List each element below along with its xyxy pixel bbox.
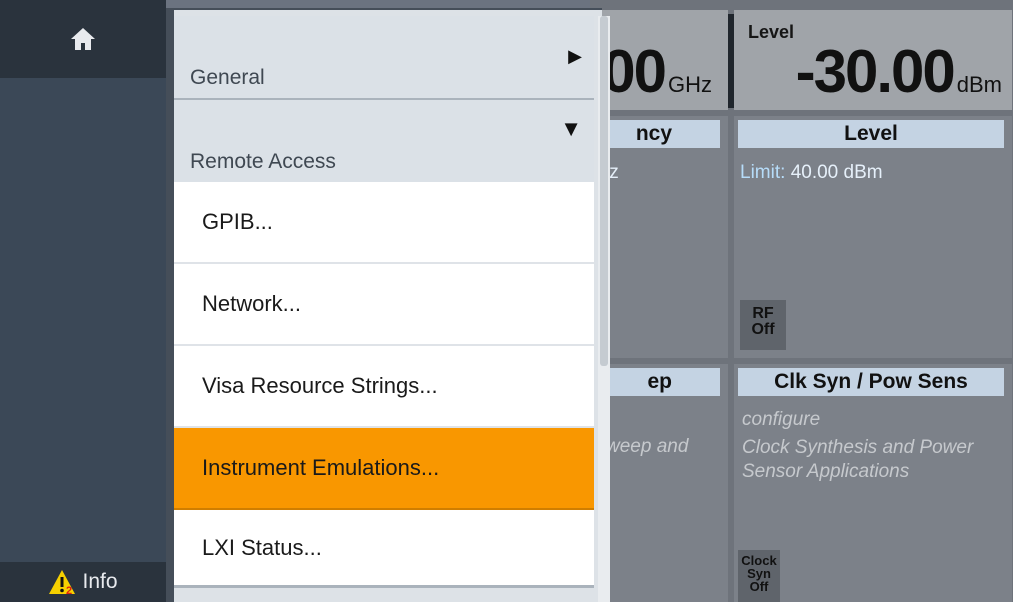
sweep-tile-header: ep <box>598 368 720 396</box>
info-badge: 2 <box>66 585 72 595</box>
limit-text: Limit: 40.00 dBm <box>740 162 883 184</box>
clk-syn-configure: configure <box>742 409 821 430</box>
general-label: General <box>190 66 265 89</box>
home-icon <box>71 28 95 50</box>
menu-item-label: GPIB... <box>202 209 273 234</box>
frequency-value-wrap: 00 GHz <box>602 37 712 106</box>
menu-list: General ▶ Remote Access ▼ GPIB... Networ… <box>174 16 594 588</box>
clk-syn-tile[interactable]: Clk Syn / Pow Sens configure Clock Synth… <box>734 364 1012 602</box>
level-tile[interactable]: Level Limit: 40.00 dBm RF Off <box>734 116 1012 358</box>
menu-section-remote-access[interactable]: Remote Access ▼ <box>174 100 594 182</box>
sweep-tile-text: weep and <box>606 436 689 457</box>
menu-item-instrument-emulations[interactable]: Instrument Emulations... <box>174 428 594 510</box>
remote-access-label: Remote Access <box>190 150 336 173</box>
menu-scroll-thumb[interactable] <box>600 16 608 366</box>
menu-item-label: LXI Status... <box>202 534 322 560</box>
frequency-tile-header: ncy <box>598 120 720 148</box>
sweep-tile[interactable]: ep weep and <box>598 364 728 602</box>
clk-btn-line3: Off <box>749 579 769 594</box>
clk-syn-description: Clock Synthesis and Power Sensor Applica… <box>742 437 974 482</box>
home-button[interactable] <box>0 0 166 78</box>
frequency-tile[interactable]: ncy Iz <box>598 116 728 358</box>
level-value: -30.00 <box>795 38 956 105</box>
sidebar: 2 Info <box>0 0 166 602</box>
expand-right-icon: ▶ <box>568 46 582 66</box>
menu-item-label: Visa Resource Strings... <box>202 373 438 398</box>
clk-syn-header: Clk Syn / Pow Sens <box>738 368 1004 396</box>
level-label: Level <box>748 22 795 42</box>
frequency-display[interactable]: 00 GHz <box>598 10 728 110</box>
menu-item-label: Network... <box>202 291 302 316</box>
collapse-down-icon: ▼ <box>560 116 582 141</box>
warning-icon: 2 <box>49 570 76 595</box>
info-label: Info <box>82 570 118 593</box>
menu-scrollbar[interactable] <box>598 16 610 602</box>
menu-item-visa-resource-strings[interactable]: Visa Resource Strings... <box>174 346 594 428</box>
menu-item-gpib[interactable]: GPIB... <box>174 182 594 264</box>
limit-key: Limit: <box>740 162 786 183</box>
rf-off-line2: Off <box>751 321 775 338</box>
rf-off-button[interactable]: RF Off <box>740 300 786 350</box>
info-button[interactable]: 2 Info <box>0 562 166 602</box>
level-tile-header: Level <box>738 120 1004 148</box>
level-unit: dBm <box>956 72 1002 97</box>
menu-section-general[interactable]: General ▶ <box>174 16 594 100</box>
rf-off-line1: RF <box>752 305 774 322</box>
frequency-unit: GHz <box>668 72 712 97</box>
menu-item-lxi-status[interactable]: LXI Status... <box>174 510 594 588</box>
level-value-wrap: -30.00 dBm <box>796 37 1002 106</box>
menu-item-network[interactable]: Network... <box>174 264 594 346</box>
frequency-value: 00 <box>602 38 667 105</box>
clock-syn-off-button[interactable]: Clock Syn Off <box>738 550 780 602</box>
setup-menu: General ▶ Remote Access ▼ GPIB... Networ… <box>166 8 610 602</box>
menu-item-label: Instrument Emulations... <box>202 455 440 480</box>
level-display[interactable]: Level -30.00 dBm <box>734 10 1012 110</box>
limit-value: 40.00 dBm <box>790 162 883 183</box>
